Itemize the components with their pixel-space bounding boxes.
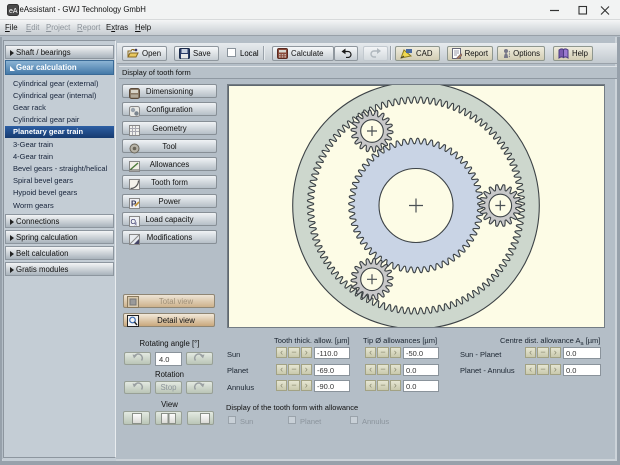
svg-text:eA: eA <box>9 8 18 15</box>
